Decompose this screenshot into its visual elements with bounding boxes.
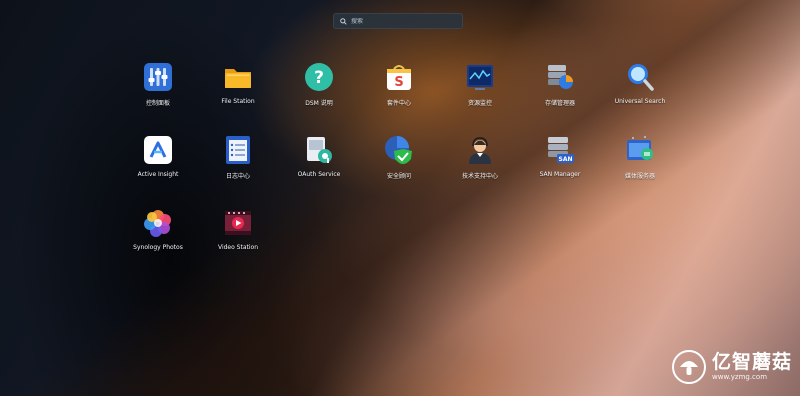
watermark-title: 亿智蘑菇	[712, 351, 793, 373]
storage-manager-icon	[545, 62, 575, 92]
control-panel-icon	[143, 62, 173, 92]
app-label: Active Insight	[137, 171, 179, 178]
app-storage-manager[interactable]: 存储管理器	[520, 62, 600, 122]
app-synology-photos[interactable]: Synology Photos	[118, 208, 198, 268]
san-manager-icon: SAN	[545, 135, 575, 165]
app-log-center[interactable]: 日志中心	[198, 135, 278, 195]
app-video-station[interactable]: Video Station	[198, 208, 278, 268]
app-label: 日志中心	[225, 173, 250, 180]
app-label: SAN Manager	[539, 171, 581, 178]
app-universal-search[interactable]: Universal Search	[600, 62, 680, 122]
app-active-insight[interactable]: Active Insight	[118, 135, 198, 195]
app-label: Video Station	[217, 244, 259, 251]
synology-photos-icon	[143, 208, 173, 238]
app-label: 存储管理器	[544, 100, 575, 107]
svg-text:S: S	[394, 75, 403, 90]
folder-icon	[223, 62, 253, 92]
universal-search-icon	[625, 62, 655, 92]
help-icon: ?	[304, 62, 334, 92]
search-input[interactable]	[351, 17, 451, 25]
app-label: DSM 说明	[305, 100, 333, 107]
oauth-service-icon	[304, 135, 334, 165]
app-oauth-service[interactable]: OAuth Service	[279, 135, 359, 195]
app-san-manager[interactable]: SAN SAN Manager	[520, 135, 600, 195]
svg-text:?: ?	[314, 68, 324, 88]
security-advisor-icon	[384, 135, 414, 165]
package-center-icon: S	[384, 62, 414, 92]
app-control-panel[interactable]: 控制面板	[118, 62, 198, 122]
active-insight-icon	[143, 135, 173, 165]
media-server-icon	[625, 135, 655, 165]
app-label: 资源监控	[467, 100, 492, 107]
app-media-server[interactable]: 媒体服务器	[600, 135, 680, 195]
resource-monitor-icon	[465, 62, 495, 92]
search-bar[interactable]	[333, 13, 463, 29]
app-label: 安全顾问	[386, 173, 411, 180]
app-label: 技术支持中心	[461, 173, 498, 180]
desktop-wallpaper	[0, 0, 800, 396]
watermark-url: www.yzmg.com	[712, 373, 768, 381]
svg-text:SAN: SAN	[559, 156, 573, 163]
app-security-advisor[interactable]: 安全顾问	[359, 135, 439, 195]
app-file-station[interactable]: File Station	[198, 62, 278, 122]
app-label: Synology Photos	[133, 244, 183, 251]
support-center-icon	[465, 135, 495, 165]
log-center-icon	[223, 135, 253, 165]
app-label: 控制面板	[145, 100, 170, 107]
watermark-logo: 亿智蘑菇 www.yzmg.com	[672, 350, 792, 384]
app-label: 套件中心	[386, 100, 411, 107]
video-station-icon	[223, 208, 253, 238]
app-package-center[interactable]: S 套件中心	[359, 62, 439, 122]
app-support-center[interactable]: 技术支持中心	[440, 135, 520, 195]
app-label: Universal Search	[614, 98, 666, 105]
app-dsm-help[interactable]: ? DSM 说明	[279, 62, 359, 122]
mushroom-logo-icon	[672, 350, 706, 384]
search-icon	[340, 17, 347, 25]
app-label: OAuth Service	[297, 171, 341, 178]
app-label: 媒体服务器	[624, 173, 655, 180]
app-resource-monitor[interactable]: 资源监控	[440, 62, 520, 122]
app-label: File Station	[221, 98, 255, 105]
